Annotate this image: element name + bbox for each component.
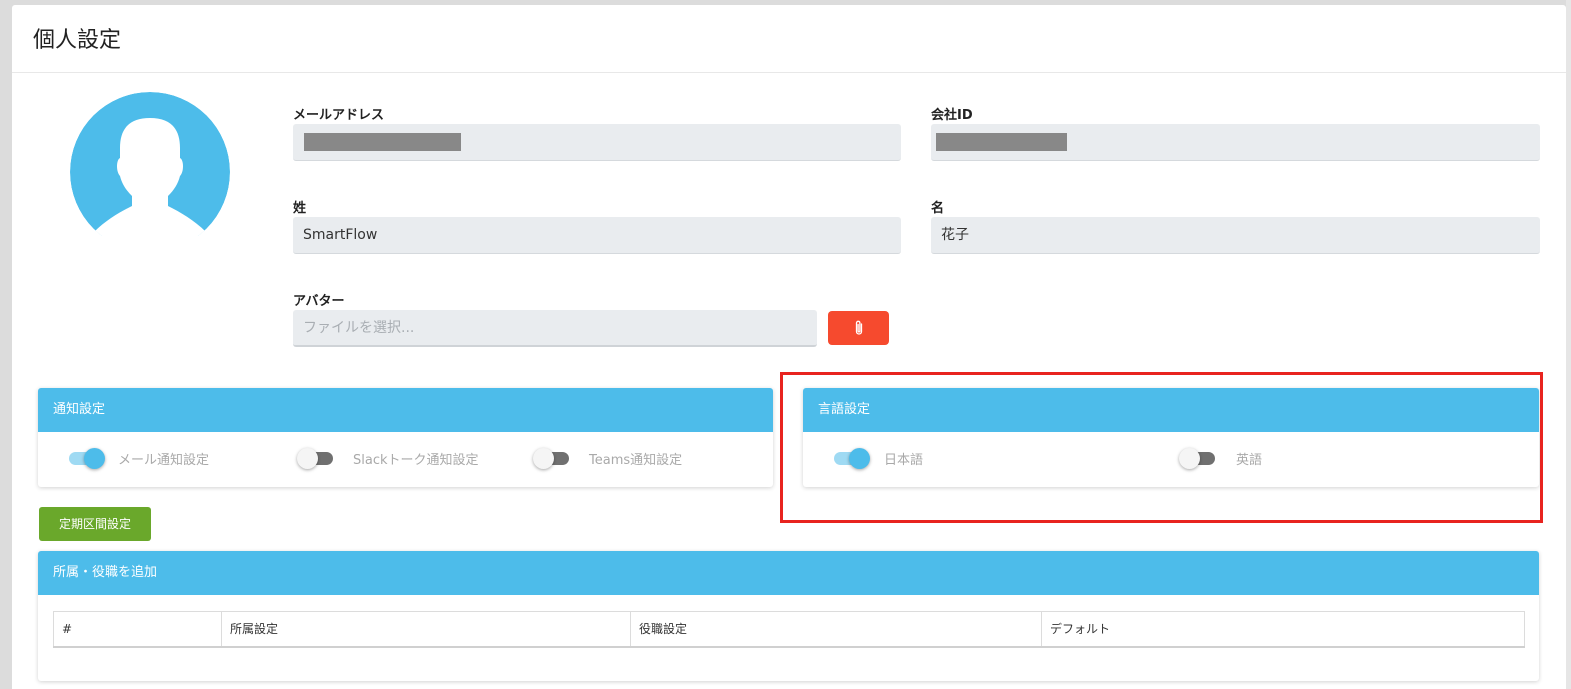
email-field[interactable] [293, 124, 901, 161]
company-id-label: 会社ID [931, 108, 973, 123]
redacted-value [936, 133, 1067, 151]
column-header-position: 役職設定 [630, 611, 1042, 648]
last-name-label: 姓 [293, 201, 307, 216]
column-header-department: 所属設定 [221, 611, 631, 648]
table-header-row: # 所属設定 役職設定 デフォルト [53, 611, 1525, 648]
slack-notification-label: Slackトーク通知設定 [353, 453, 479, 468]
user-silhouette-icon [70, 92, 230, 252]
company-id-field[interactable] [931, 124, 1540, 161]
assignment-table: # 所属設定 役職設定 デフォルト [53, 611, 1525, 648]
redacted-value [304, 133, 461, 151]
first-name-field[interactable]: 花子 [931, 217, 1540, 254]
email-notification-toggle[interactable] [67, 447, 105, 469]
page-title: 個人設定 [33, 28, 122, 53]
email-label: メールアドレス [293, 108, 385, 123]
periodic-route-settings-button[interactable]: 定期区間設定 [39, 507, 151, 541]
page-header: 個人設定 [12, 5, 1566, 73]
paperclip-icon [855, 320, 862, 335]
window-edge [1566, 0, 1571, 689]
last-name-field[interactable]: SmartFlow [293, 217, 901, 254]
teams-notification-toggle[interactable] [533, 447, 571, 469]
avatar-upload-label: アバター [293, 294, 345, 309]
column-header-number: # [53, 611, 222, 648]
email-notification-label: メール通知設定 [118, 453, 210, 468]
highlight-annotation [780, 372, 1543, 523]
file-input-placeholder: ファイルを選択... [303, 320, 415, 336]
avatar-file-input[interactable]: ファイルを選択... [293, 310, 817, 347]
settings-window: 個人設定 メールアドレス 会社ID 姓 SmartFlow 名 花子 アバター [12, 5, 1566, 689]
notification-panel-title: 通知設定 [38, 388, 773, 432]
attach-file-button[interactable] [828, 311, 889, 345]
assignment-panel: 所属・役職を追加 # 所属設定 役職設定 デフォルト [38, 551, 1539, 681]
assignment-panel-title: 所属・役職を追加 [38, 551, 1539, 595]
column-header-default: デフォルト [1041, 611, 1525, 648]
notification-settings-panel: 通知設定 メール通知設定 Slackトーク通知設定 Teams通知設定 [38, 388, 773, 487]
slack-notification-toggle[interactable] [297, 447, 335, 469]
teams-notification-label: Teams通知設定 [589, 453, 683, 468]
first-name-label: 名 [931, 201, 945, 216]
last-name-value: SmartFlow [303, 227, 378, 243]
first-name-value: 花子 [941, 227, 969, 243]
